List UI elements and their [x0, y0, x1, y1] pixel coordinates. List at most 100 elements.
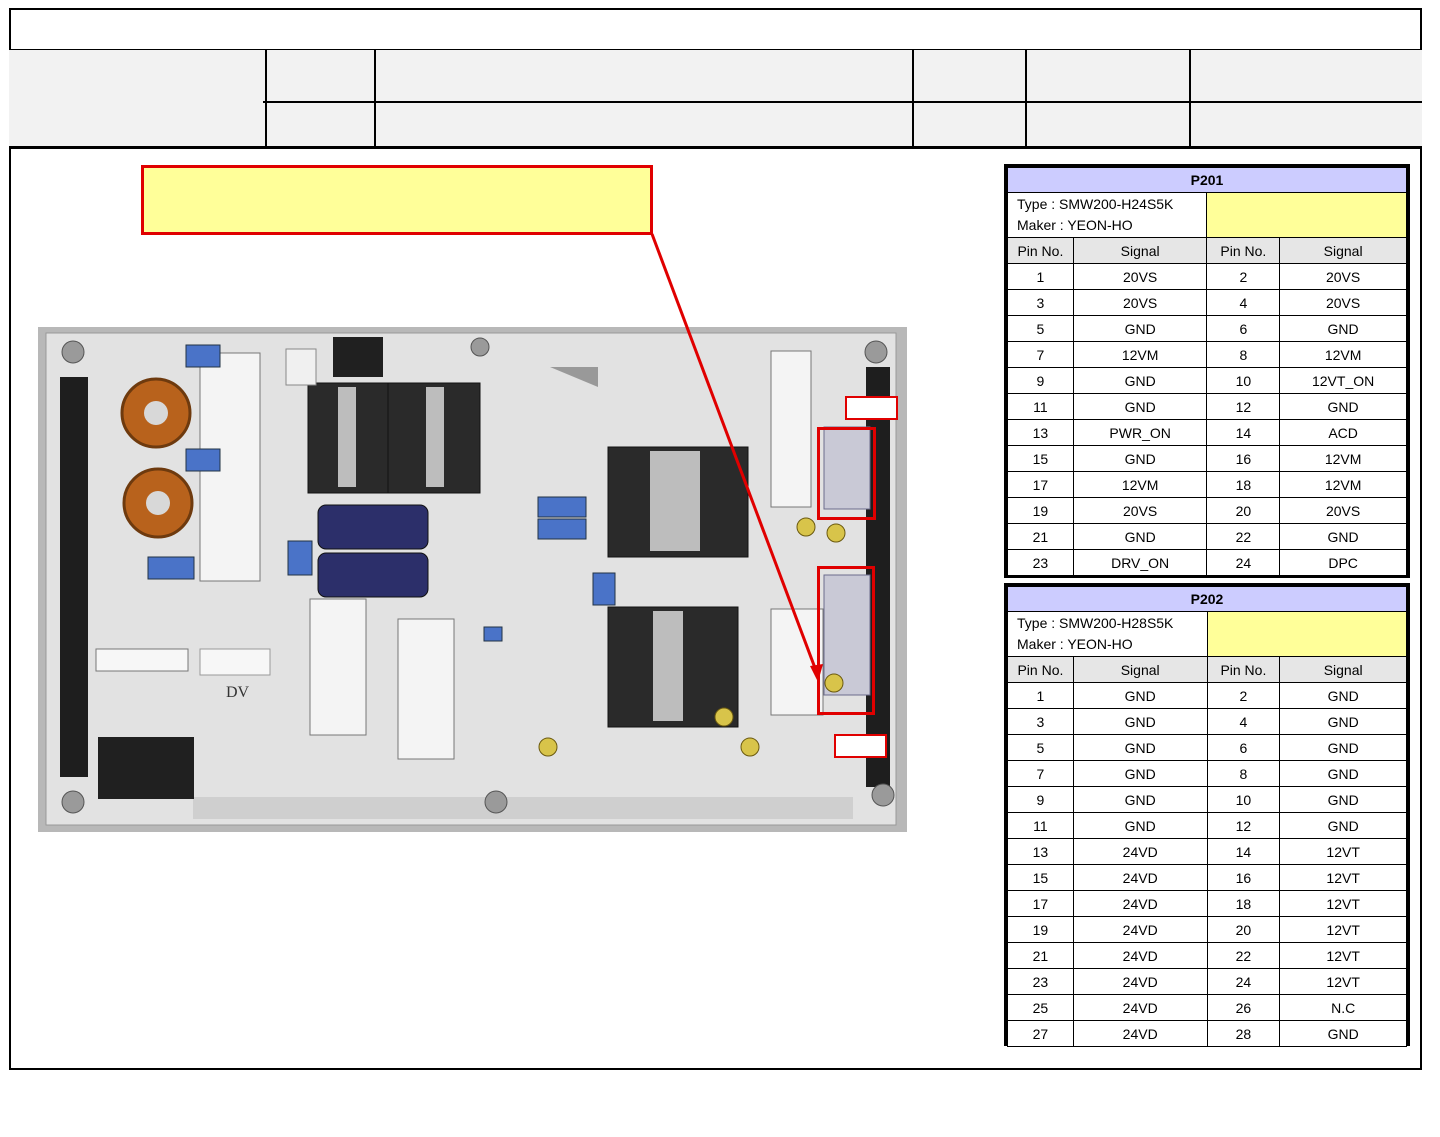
- pin-number-cell: 5: [1007, 734, 1074, 761]
- p201-note-box: [1206, 192, 1407, 238]
- signal-cell: GND: [1279, 523, 1407, 550]
- table-row: 5 GND 6 GND: [1007, 315, 1407, 342]
- signal-cell: 12VM: [1072, 341, 1208, 368]
- pin-number-cell: 21: [1007, 523, 1074, 550]
- col-header: Signal: [1072, 237, 1208, 264]
- signal-cell: N.C: [1279, 994, 1407, 1021]
- pin-number-cell: 16: [1206, 864, 1281, 891]
- pin-number-cell: 6: [1206, 315, 1281, 342]
- signal-cell: GND: [1279, 682, 1407, 709]
- pin-number-cell: 8: [1206, 760, 1281, 787]
- pin-number-cell: 23: [1007, 968, 1074, 995]
- p201-label-box: [845, 396, 898, 420]
- table-row: 23 24VD 24 12VT: [1007, 968, 1407, 995]
- table-row: 3 20VS 4 20VS: [1007, 289, 1407, 316]
- signal-cell: 24VD: [1072, 942, 1208, 969]
- col-header: Signal: [1072, 656, 1208, 683]
- p202-maker: Maker : YEON-HO: [1017, 636, 1133, 652]
- pin-number-cell: 7: [1007, 341, 1074, 368]
- pin-number-cell: 22: [1206, 523, 1281, 550]
- pin-number-cell: 25: [1007, 994, 1074, 1021]
- col-header: Pin No.: [1007, 237, 1074, 264]
- signal-cell: 12VM: [1072, 471, 1208, 498]
- p201-highlight: [817, 427, 876, 520]
- p202-info: Type : SMW200-H28S5K Maker : YEON-HO: [1007, 611, 1208, 657]
- table-row: 27 24VD 28 GND: [1007, 1020, 1407, 1047]
- p201-title: P201: [1007, 167, 1407, 193]
- table-row: 13 PWR_ON 14 ACD: [1007, 419, 1407, 446]
- signal-cell: GND: [1072, 760, 1208, 787]
- pin-number-cell: 15: [1007, 864, 1074, 891]
- signal-cell: 20VS: [1279, 263, 1407, 290]
- pin-number-cell: 4: [1206, 708, 1281, 735]
- signal-cell: 12VT: [1279, 838, 1407, 865]
- signal-cell: GND: [1279, 708, 1407, 735]
- table-row: 21 24VD 22 12VT: [1007, 942, 1407, 969]
- signal-cell: 24VD: [1072, 916, 1208, 943]
- signal-cell: GND: [1279, 786, 1407, 813]
- pin-number-cell: 22: [1206, 942, 1281, 969]
- table-row: 19 20VS 20 20VS: [1007, 497, 1407, 524]
- pin-number-cell: 1: [1007, 682, 1074, 709]
- col-header: Pin No.: [1007, 656, 1074, 683]
- pin-number-cell: 17: [1007, 471, 1074, 498]
- table-row: 13 24VD 14 12VT: [1007, 838, 1407, 865]
- table-row: 15 GND 16 12VM: [1007, 445, 1407, 472]
- col-header: Pin No.: [1206, 237, 1281, 264]
- signal-cell: 24VD: [1072, 968, 1208, 995]
- pin-number-cell: 2: [1206, 682, 1281, 709]
- pin-number-cell: 11: [1007, 393, 1074, 420]
- table-row: 7 GND 8 GND: [1007, 760, 1407, 787]
- table-row: 9 GND 10 GND: [1007, 786, 1407, 813]
- signal-cell: 12VT: [1279, 890, 1407, 917]
- table-row: 9 GND 10 12VT_ON: [1007, 367, 1407, 394]
- p202-label-box: [834, 734, 887, 758]
- signal-cell: 12VT: [1279, 864, 1407, 891]
- col-header: Pin No.: [1206, 656, 1281, 683]
- pin-number-cell: 26: [1206, 994, 1281, 1021]
- pin-number-cell: 12: [1206, 812, 1281, 839]
- table-row: 1 GND 2 GND: [1007, 682, 1407, 709]
- pin-number-cell: 9: [1007, 367, 1074, 394]
- pin-number-cell: 8: [1206, 341, 1281, 368]
- pin-number-cell: 1: [1007, 263, 1074, 290]
- signal-cell: 24VD: [1072, 890, 1208, 917]
- signal-cell: 12VM: [1279, 471, 1407, 498]
- table-row: 23 DRV_ON 24 DPC: [1007, 549, 1407, 576]
- signal-cell: 12VM: [1279, 445, 1407, 472]
- table-row: 5 GND 6 GND: [1007, 734, 1407, 761]
- signal-cell: GND: [1072, 786, 1208, 813]
- signal-cell: GND: [1072, 445, 1208, 472]
- pin-number-cell: 28: [1206, 1020, 1281, 1047]
- table-row: 17 12VM 18 12VM: [1007, 471, 1407, 498]
- signal-cell: GND: [1072, 812, 1208, 839]
- table-row: 11 GND 12 GND: [1007, 812, 1407, 839]
- pin-number-cell: 20: [1206, 497, 1281, 524]
- pin-number-cell: 12: [1206, 393, 1281, 420]
- signal-cell: GND: [1072, 682, 1208, 709]
- signal-cell: 24VD: [1072, 994, 1208, 1021]
- pin-number-cell: 27: [1007, 1020, 1074, 1047]
- p202-title: P202: [1007, 586, 1407, 612]
- p201-pin-table: P201 Type : SMW200-H24S5K Maker : YEON-HO…: [1006, 167, 1407, 576]
- signal-cell: GND: [1279, 812, 1407, 839]
- pin-number-cell: 24: [1206, 968, 1281, 995]
- pin-number-cell: 14: [1206, 419, 1281, 446]
- table-row: 7 12VM 8 12VM: [1007, 341, 1407, 368]
- signal-cell: GND: [1072, 734, 1208, 761]
- pin-number-cell: 7: [1007, 760, 1074, 787]
- pin-number-cell: 13: [1007, 838, 1074, 865]
- signal-cell: 12VM: [1279, 341, 1407, 368]
- table-row: 17 24VD 18 12VT: [1007, 890, 1407, 917]
- signal-cell: GND: [1279, 760, 1407, 787]
- signal-cell: GND: [1279, 1020, 1407, 1047]
- signal-cell: 20VS: [1279, 289, 1407, 316]
- pin-number-cell: 23: [1007, 549, 1074, 576]
- signal-cell: 20VS: [1072, 289, 1208, 316]
- pin-number-cell: 20: [1206, 916, 1281, 943]
- pin-number-cell: 17: [1007, 890, 1074, 917]
- col-header: Signal: [1279, 237, 1407, 264]
- signal-cell: PWR_ON: [1072, 419, 1208, 446]
- pin-number-cell: 18: [1206, 471, 1281, 498]
- p201-info: Type : SMW200-H24S5K Maker : YEON-HO: [1006, 192, 1208, 238]
